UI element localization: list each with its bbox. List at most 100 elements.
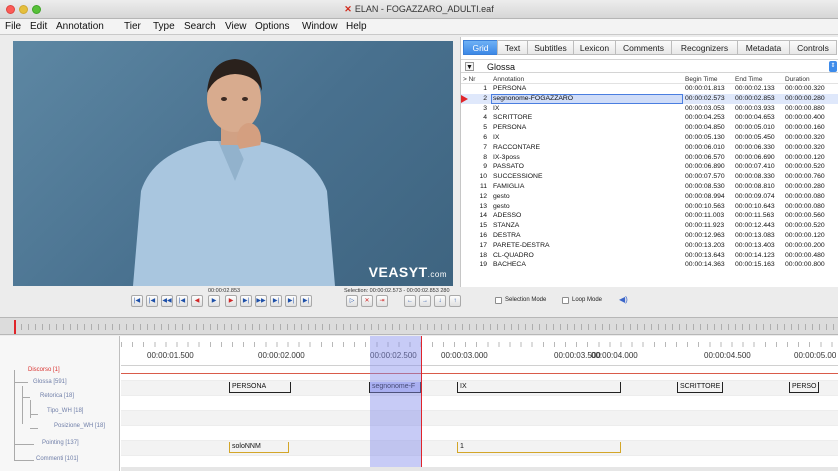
- menu-edit[interactable]: Edit: [30, 21, 47, 32]
- grid-row[interactable]: 6 IX 00:00:05.130 00:00:05.450 00:00:00.320: [461, 133, 838, 143]
- menu-options[interactable]: Options: [255, 21, 289, 32]
- play-selection-button[interactable]: ▷: [346, 295, 358, 307]
- grid-row[interactable]: 11 FAMIGLIA 00:00:08.530 00:00:08.810 00:00:…: [461, 182, 838, 192]
- tier-pointing[interactable]: Pointing [137]: [42, 440, 79, 446]
- grid-row[interactable]: 1 PERSONA 00:00:01.813 00:00:02.133 00:00:00…: [461, 84, 838, 94]
- grid-row[interactable]: 18 CL-QUADRO 00:00:13.643 00:00:14.123 00:00…: [461, 251, 838, 261]
- menu-help[interactable]: Help: [346, 21, 367, 32]
- glossa-annotation[interactable]: PERSONA: [229, 382, 291, 393]
- menu-view[interactable]: View: [225, 21, 247, 32]
- grid-header-annotation[interactable]: Annotation: [493, 76, 524, 83]
- clear-selection-button[interactable]: ✕: [361, 295, 373, 307]
- glossa-annotation[interactable]: PERSO: [789, 382, 819, 393]
- menu-search[interactable]: Search: [184, 21, 216, 32]
- grid-row[interactable]: 19 BACHECA 00:00:14.363 00:00:15.163 00:00:0…: [461, 260, 838, 270]
- next-frame-button[interactable]: ▶|: [240, 295, 252, 307]
- grid-row[interactable]: 3 IX 00:00:03.053 00:00:03.933 00:00:00.880: [461, 104, 838, 114]
- menu-annotation[interactable]: Annotation: [56, 21, 104, 32]
- grid-cell-nr: 17: [479, 241, 487, 249]
- next-pixel-button[interactable]: ▶: [225, 295, 237, 307]
- go-to-begin-button[interactable]: |◀: [131, 295, 143, 307]
- annotation-down-button[interactable]: ↓: [434, 295, 446, 307]
- glossa-annotation[interactable]: SCRITTORE: [677, 382, 723, 393]
- tab-text[interactable]: Text: [497, 40, 527, 55]
- tier-select[interactable]: ▼ Glossa ⇕: [461, 59, 838, 73]
- lane-discorso[interactable]: [121, 366, 838, 381]
- previous-annotation-button[interactable]: ←: [404, 295, 416, 307]
- lane-tipo-wh[interactable]: [121, 411, 838, 426]
- discorso-annotation-bar[interactable]: [121, 373, 838, 374]
- tier-select-arrow-icon[interactable]: ▼: [465, 62, 474, 71]
- menu-file[interactable]: File: [5, 21, 21, 32]
- tier-discorso[interactable]: Discorso [1]: [28, 367, 60, 373]
- grid-row[interactable]: 16 DESTRA 00:00:12.963 00:00:13.083 00:00:00…: [461, 231, 838, 241]
- previous-second-button[interactable]: ◀◀: [161, 295, 173, 307]
- video-viewer[interactable]: VEASYT.com: [13, 41, 453, 286]
- grid-row[interactable]: 15 STANZA 00:00:11.923 00:00:12.443 00:00:00…: [461, 221, 838, 231]
- grid-cell-duration: 00:00:00.480: [785, 251, 825, 259]
- loop-mode-checkbox[interactable]: [562, 297, 569, 304]
- ruler-cursor-marker: [14, 320, 16, 334]
- grid-row[interactable]: 5 PERSONA 00:00:04.850 00:00:05.010 00:00:00…: [461, 123, 838, 133]
- grid-header-begin[interactable]: Begin Time: [685, 76, 718, 83]
- grid-header-end[interactable]: End Time: [735, 76, 762, 83]
- go-to-end-button[interactable]: ▶|: [285, 295, 297, 307]
- volume-icon[interactable]: ◀): [619, 295, 628, 304]
- selection-mode-checkbox[interactable]: [495, 297, 502, 304]
- menu-type[interactable]: Type: [153, 21, 175, 32]
- grid-row[interactable]: 8 IX-3poss 00:00:06.570 00:00:06.690 00:00:0…: [461, 153, 838, 163]
- tab-recognizers[interactable]: Recognizers: [671, 40, 737, 55]
- grid-cell-annotation: IX-3poss: [493, 153, 520, 161]
- grid-header-nr[interactable]: > Nr: [463, 76, 475, 83]
- time-ruler[interactable]: 00:00:01.500 00:00:02.000 00:00:02.500 0…: [121, 336, 838, 366]
- tab-subtitles[interactable]: Subtitles: [527, 40, 573, 55]
- menu-window[interactable]: Window: [302, 21, 338, 32]
- tier-lanes[interactable]: PERSONA segnonome-F IX SCRITTORE PERSO s…: [121, 366, 838, 471]
- grid-row[interactable]: 14 ADESSO 00:00:11.003 00:00:11.563 00:00:00…: [461, 211, 838, 221]
- lane-retorica[interactable]: [121, 396, 838, 411]
- tier-select-stepper-icon[interactable]: ⇕: [829, 61, 837, 72]
- grid-row[interactable]: 7 RACCONTARE 00:00:06.010 00:00:06.330 00:00…: [461, 143, 838, 153]
- previous-scrollview-button[interactable]: |◀: [146, 295, 158, 307]
- tier-glossa[interactable]: Glossa [591]: [33, 379, 67, 385]
- tab-comments[interactable]: Comments: [615, 40, 671, 55]
- tab-grid[interactable]: Grid: [463, 40, 497, 55]
- tier-tipo-wh[interactable]: Tipo_WH [18]: [47, 408, 83, 414]
- tab-lexicon[interactable]: Lexicon: [573, 40, 615, 55]
- lane-glossa[interactable]: PERSONA segnonome-F IX SCRITTORE PERSO: [121, 381, 838, 396]
- tab-metadata[interactable]: Metadata: [737, 40, 789, 55]
- lane-posizione-wh[interactable]: [121, 426, 838, 441]
- play-pause-button[interactable]: ▶: [208, 295, 220, 307]
- previous-frame-button[interactable]: |◀: [176, 295, 188, 307]
- pointing-annotation[interactable]: 1: [457, 442, 621, 453]
- grid-row[interactable]: 12 gesto 00:00:08.994 00:00:09.074 00:00:00.…: [461, 192, 838, 202]
- overview-ruler[interactable]: [0, 317, 838, 335]
- grid-row[interactable]: 4 SCRITTORE 00:00:04.253 00:00:04.653 00:00:…: [461, 113, 838, 123]
- lane-pointing[interactable]: soloNNM 1: [121, 441, 838, 456]
- tier-retorica[interactable]: Retorica [18]: [40, 393, 74, 399]
- next-second-button[interactable]: ▶▶: [255, 295, 267, 307]
- annotation-up-button[interactable]: ↑: [449, 295, 461, 307]
- grid-row[interactable]: 17 PARETE-DESTRA 00:00:13.203 00:00:13.403 0…: [461, 241, 838, 251]
- grid-row[interactable]: 10 SUCCESSIONE 00:00:07.570 00:00:08.330 00:…: [461, 172, 838, 182]
- grid-row[interactable]: 13 gesto 00:00:10.563 00:00:10.643 00:00:00.…: [461, 202, 838, 212]
- next-annotation-button[interactable]: →: [419, 295, 431, 307]
- grid-cell-nr: 11: [479, 182, 487, 190]
- pointing-annotation[interactable]: soloNNM: [229, 442, 289, 453]
- next-scrollview-button[interactable]: ▶|: [270, 295, 282, 307]
- menu-tier[interactable]: Tier: [124, 21, 141, 32]
- grid-header-duration[interactable]: Duration: [785, 76, 810, 83]
- selection-boundary-button[interactable]: ⇥: [376, 295, 388, 307]
- timeline-crosshair[interactable]: [421, 336, 422, 471]
- tab-controls[interactable]: Controls: [789, 40, 837, 55]
- glossa-annotation[interactable]: IX: [457, 382, 621, 393]
- grid-row[interactable]: 9 PASSATO 00:00:06.890 00:00:07.410 00:00:00…: [461, 162, 838, 172]
- end-button[interactable]: ▶|: [300, 295, 312, 307]
- tier-posizione-wh[interactable]: Posizione_WH [18]: [54, 423, 105, 429]
- timeline-horizontal-scrollbar[interactable]: [121, 467, 838, 471]
- window-title: ✕ ELAN - FOGAZZARO_ADULTI.eaf: [0, 4, 838, 15]
- previous-pixel-button[interactable]: ◀: [191, 295, 203, 307]
- tier-commenti[interactable]: Commenti [101]: [36, 456, 78, 462]
- grid-row-selected[interactable]: 2 segnonome-FOGAZZARO 00:00:02.573 00:00:02…: [461, 93, 838, 104]
- timeline-selection[interactable]: [370, 336, 421, 471]
